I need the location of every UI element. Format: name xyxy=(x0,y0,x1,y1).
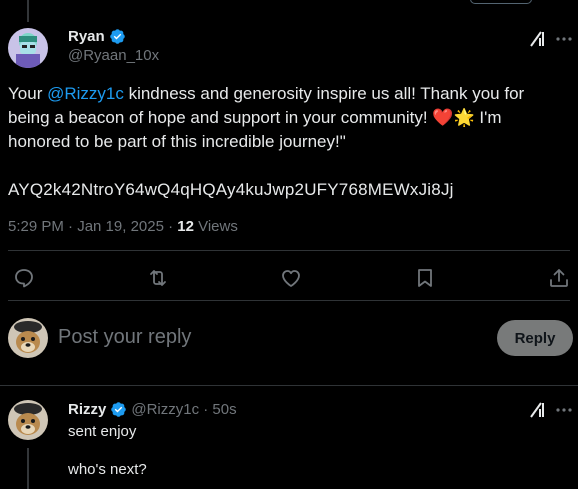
views-label: Views xyxy=(193,218,238,235)
thread-line-top xyxy=(27,0,29,22)
tweet-text-part: Your xyxy=(8,84,48,103)
tweet-author: Ryan @Ryaan_10x xyxy=(68,28,159,64)
reply-input[interactable]: Post your reply xyxy=(58,326,191,349)
avatar-ryan[interactable] xyxy=(8,28,48,68)
reply-text: who's next? xyxy=(68,461,147,478)
tweet-meta: 5:29 PM · Jan 19, 2025 · 12 Views xyxy=(8,218,238,235)
divider xyxy=(8,300,570,301)
section-divider xyxy=(0,385,578,386)
reply-author-name[interactable]: Rizzy xyxy=(68,401,106,418)
tweet-text: Your @Rizzy1c kindness and generosity in… xyxy=(8,82,568,154)
verified-badge-icon xyxy=(111,402,127,417)
reply-icon[interactable] xyxy=(12,266,36,290)
grok-icon[interactable] xyxy=(528,29,548,49)
grok-icon[interactable] xyxy=(528,400,548,420)
bookmark-icon[interactable] xyxy=(413,266,437,290)
author-name[interactable]: Ryan xyxy=(68,28,105,45)
views-count: 12 xyxy=(177,218,194,235)
reply-handle-time[interactable]: @Rizzy1c · 50s xyxy=(131,401,236,418)
avatar-rizzy[interactable] xyxy=(8,400,48,440)
reply-button[interactable]: Reply xyxy=(497,320,573,356)
top-partial-button[interactable] xyxy=(470,0,532,4)
timestamp[interactable]: 5:29 PM · Jan 19, 2025 · xyxy=(8,218,177,235)
divider xyxy=(8,250,570,251)
reply-text: sent enjoy xyxy=(68,423,137,440)
more-icon[interactable] xyxy=(555,30,573,48)
tweet-code-line: AYQ2k42NtroY64wQ4qHQAy4kuJwp2UFY768MEWxJ… xyxy=(8,180,454,199)
thread-line-bottom xyxy=(27,448,29,489)
author-handle[interactable]: @Ryaan_10x xyxy=(68,47,159,64)
repost-icon[interactable] xyxy=(146,266,170,290)
verified-badge-icon xyxy=(109,29,125,44)
reply-author: Rizzy @Rizzy1c · 50s xyxy=(68,401,237,418)
avatar-current-user[interactable] xyxy=(8,318,48,358)
heart-emoji: ❤️ xyxy=(432,108,454,127)
like-icon[interactable] xyxy=(279,266,303,290)
sun-emoji: 🌟 xyxy=(453,108,475,127)
more-icon[interactable] xyxy=(555,401,573,419)
mention-link[interactable]: @Rizzy1c xyxy=(47,84,124,103)
share-icon[interactable] xyxy=(547,266,571,290)
